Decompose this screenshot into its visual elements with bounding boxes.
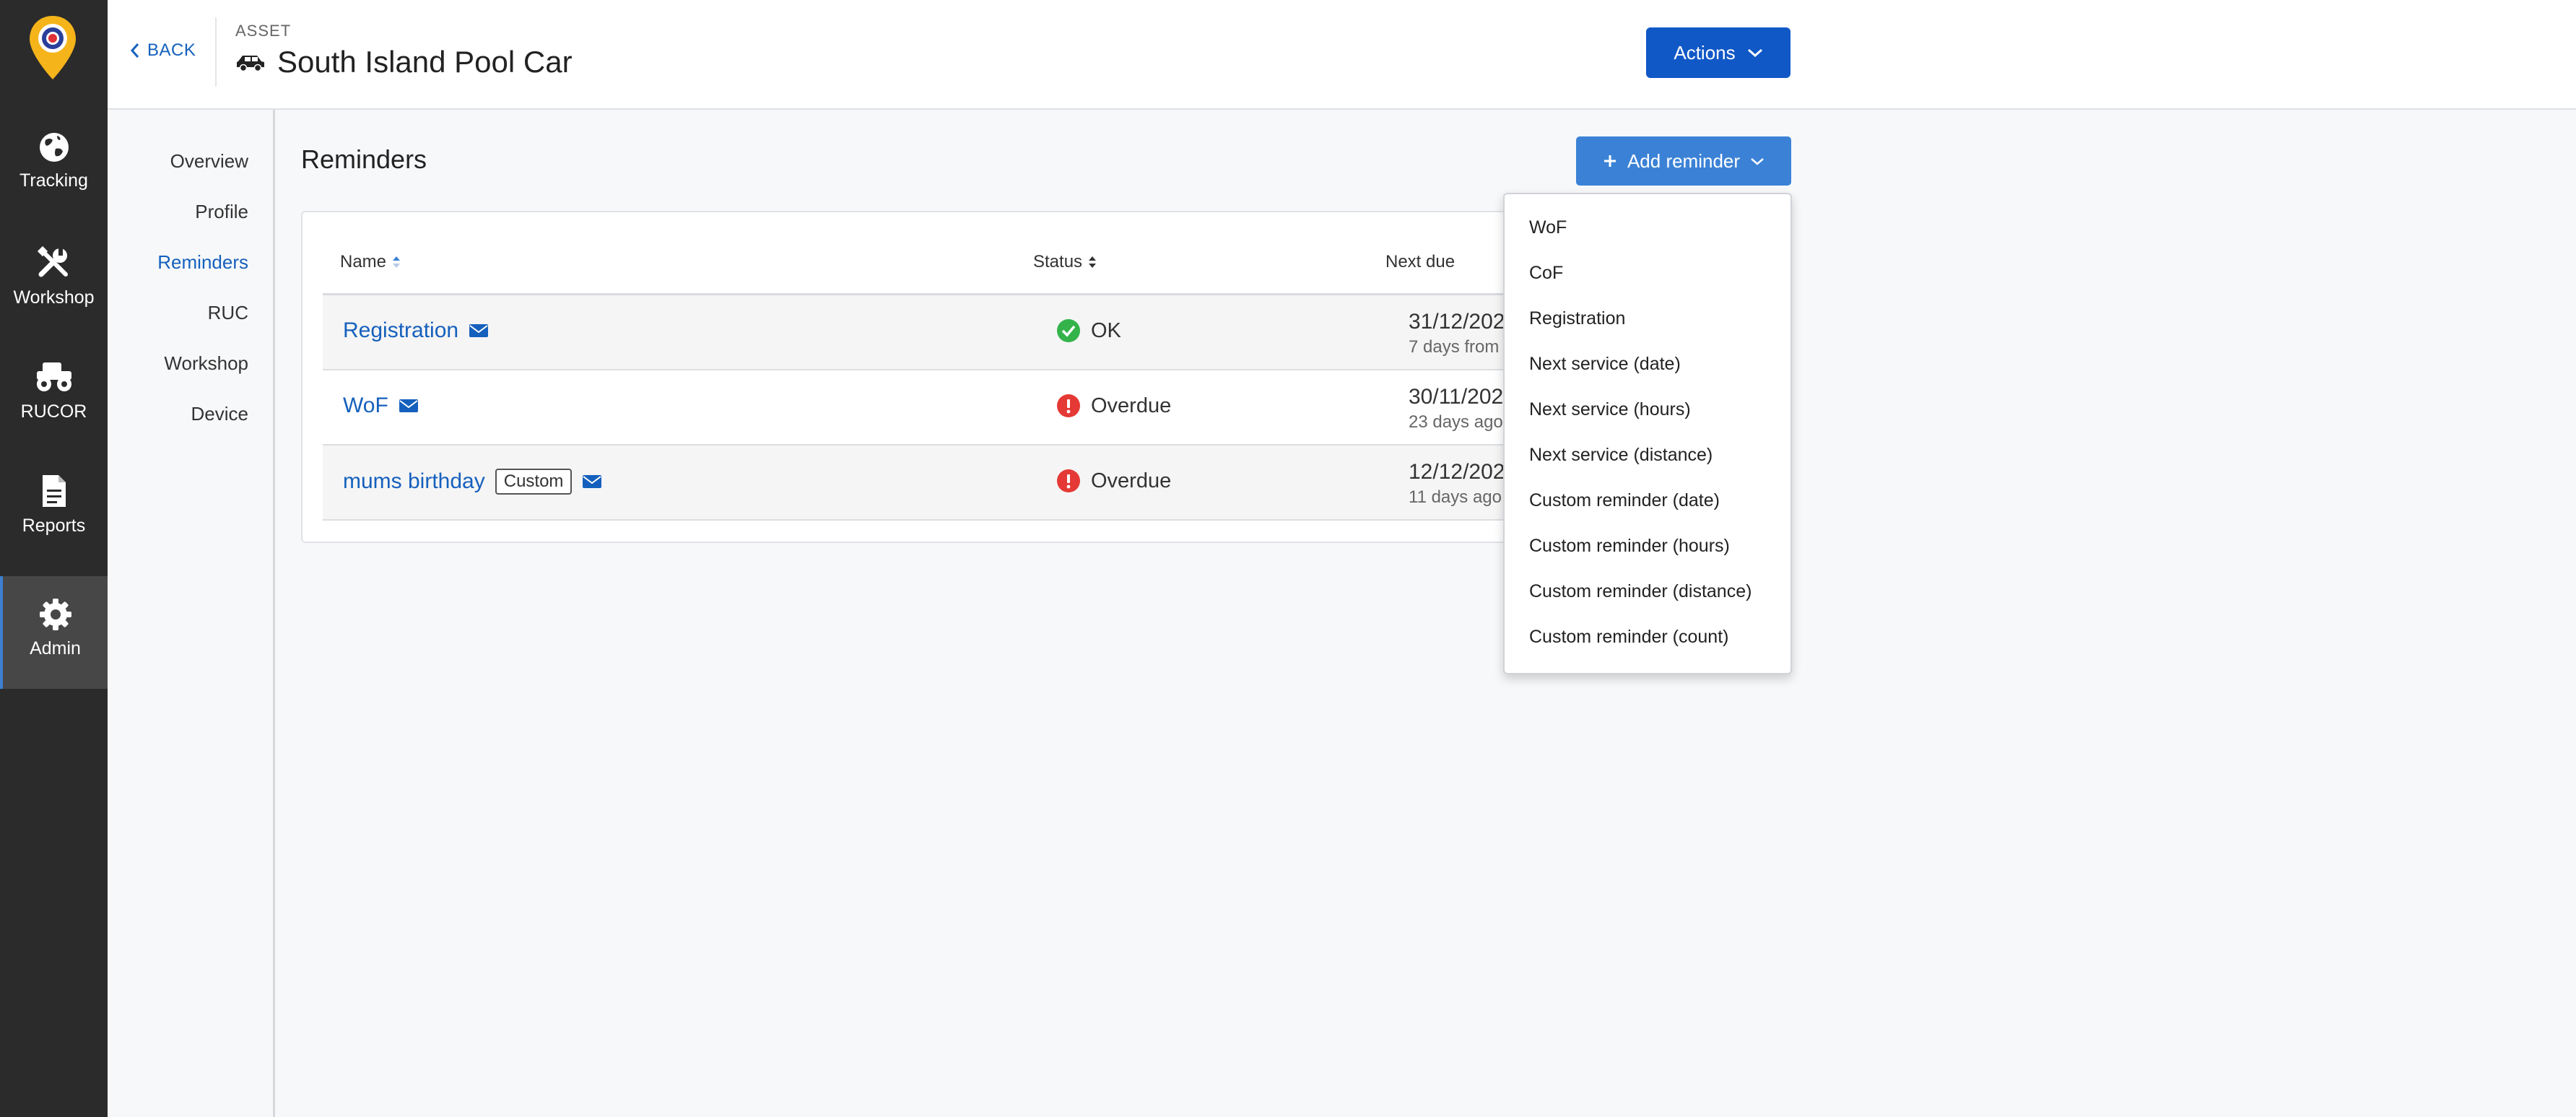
- due-date: 12/12/2024: [1409, 460, 1518, 484]
- column-header-next-due[interactable]: Next due: [1385, 252, 1455, 272]
- nav-item-workshop[interactable]: Workshop: [0, 245, 108, 358]
- due-date: 30/11/2024: [1409, 385, 1515, 409]
- subnav-item-workshop[interactable]: Workshop: [108, 352, 248, 375]
- menu-item-custom-reminder-hours[interactable]: Custom reminder (hours): [1529, 536, 1730, 557]
- reminder-link[interactable]: Registration: [343, 318, 458, 343]
- menu-item-custom-reminder-count[interactable]: Custom reminder (count): [1529, 627, 1728, 648]
- table-row: WoF Overdue 30/11/2024 23 days ago: [323, 370, 1527, 446]
- sort-asc-icon: [393, 256, 401, 268]
- nav-label: RUCOR: [20, 401, 87, 422]
- reminder-link[interactable]: WoF: [343, 394, 388, 418]
- menu-item-next-service-date[interactable]: Next service (date): [1529, 354, 1681, 375]
- menu-item-custom-reminder-distance[interactable]: Custom reminder (distance): [1529, 581, 1752, 602]
- sort-icon: [1089, 256, 1097, 268]
- column-label: Next due: [1385, 252, 1455, 271]
- reminders-table-card: Name Status Next due Registration OK 31/…: [301, 211, 1528, 543]
- sidebar: Tracking Workshop RUCOR Reports Admin: [0, 0, 108, 1117]
- menu-item-next-service-distance[interactable]: Next service (distance): [1529, 445, 1713, 466]
- add-reminder-button[interactable]: Add reminder: [1576, 136, 1791, 186]
- menu-item-next-service-hours[interactable]: Next service (hours): [1529, 399, 1691, 420]
- next-due-cell: 30/11/2024 23 days ago: [1409, 385, 1515, 433]
- nav-label: Reports: [22, 516, 86, 536]
- status-cell: OK: [1056, 318, 1121, 343]
- envelope-icon[interactable]: [469, 323, 489, 339]
- status-text: Overdue: [1091, 394, 1172, 417]
- nav-item-rucor[interactable]: RUCOR: [0, 360, 108, 472]
- due-relative: 23 days ago: [1409, 412, 1503, 432]
- subnav-item-reminders[interactable]: Reminders: [108, 251, 248, 274]
- page-title-row: South Island Pool Car: [235, 45, 573, 79]
- status-cell: Overdue: [1056, 469, 1171, 493]
- reminder-name-cell: WoF: [343, 394, 419, 418]
- plus-icon: [1604, 155, 1616, 167]
- nav-item-admin[interactable]: Admin: [0, 576, 108, 689]
- nav-label: Tracking: [19, 170, 88, 191]
- header-divider: [215, 17, 217, 87]
- column-header-status[interactable]: Status: [1033, 252, 1097, 272]
- back-label: BACK: [147, 40, 196, 60]
- actions-label: Actions: [1674, 41, 1736, 64]
- add-reminder-menu: WoF CoF Registration Next service (date)…: [1503, 193, 1792, 674]
- gear-icon: [39, 599, 71, 630]
- column-label: Name: [340, 252, 387, 271]
- document-icon: [42, 475, 66, 507]
- menu-item-cof[interactable]: CoF: [1529, 263, 1563, 284]
- location-pin-logo[interactable]: [27, 14, 78, 81]
- check-circle-icon: [1057, 319, 1080, 342]
- custom-badge: Custom: [495, 469, 573, 495]
- section-title: Reminders: [301, 144, 427, 174]
- subnav-item-overview[interactable]: Overview: [108, 150, 248, 173]
- due-relative: 11 days ago: [1409, 487, 1502, 507]
- status-text: Overdue: [1091, 469, 1172, 492]
- table-row: Registration OK 31/12/2024 7 days from n…: [323, 295, 1527, 370]
- nav-label: Admin: [30, 638, 81, 659]
- nav-label: Workshop: [13, 287, 95, 308]
- column-header-name[interactable]: Name: [340, 252, 401, 272]
- chevron-down-icon: [1751, 157, 1764, 165]
- status-text: OK: [1091, 318, 1121, 342]
- reminder-name-cell: Registration: [343, 318, 489, 343]
- exclamation-circle-icon: [1057, 469, 1080, 492]
- car-icon: [237, 56, 264, 71]
- reminder-name-cell: mums birthday Custom: [343, 469, 602, 495]
- envelope-icon[interactable]: [399, 398, 419, 414]
- status-cell: Overdue: [1056, 394, 1171, 418]
- wrench-screwdriver-icon: [37, 245, 68, 277]
- next-due-cell: 12/12/2024 11 days ago: [1409, 460, 1517, 508]
- monster-truck-icon: [36, 362, 71, 391]
- menu-item-registration[interactable]: Registration: [1529, 308, 1625, 329]
- actions-button[interactable]: Actions: [1646, 27, 1790, 78]
- nav-item-reports[interactable]: Reports: [0, 474, 108, 586]
- menu-item-custom-reminder-date[interactable]: Custom reminder (date): [1529, 490, 1720, 511]
- chevron-down-icon: [1747, 48, 1762, 58]
- page-title: South Island Pool Car: [277, 45, 573, 79]
- nav-item-tracking[interactable]: Tracking: [0, 131, 108, 244]
- asset-type-label: ASSET: [235, 22, 292, 40]
- column-label: Status: [1033, 252, 1083, 271]
- reminder-link[interactable]: mums birthday: [343, 469, 485, 494]
- globe-icon: [39, 133, 69, 162]
- menu-item-wof[interactable]: WoF: [1529, 217, 1567, 238]
- subnav-item-ruc[interactable]: RUC: [108, 302, 248, 324]
- envelope-icon[interactable]: [582, 474, 602, 490]
- exclamation-circle-icon: [1057, 394, 1080, 417]
- subnav-item-profile[interactable]: Profile: [108, 201, 248, 223]
- chevron-left-icon: [130, 43, 139, 58]
- subnav-item-device[interactable]: Device: [108, 403, 248, 425]
- back-link[interactable]: BACK: [130, 40, 196, 61]
- add-reminder-label: Add reminder: [1627, 149, 1741, 172]
- table-row: mums birthday Custom Overdue 12/12/2024 …: [323, 446, 1527, 521]
